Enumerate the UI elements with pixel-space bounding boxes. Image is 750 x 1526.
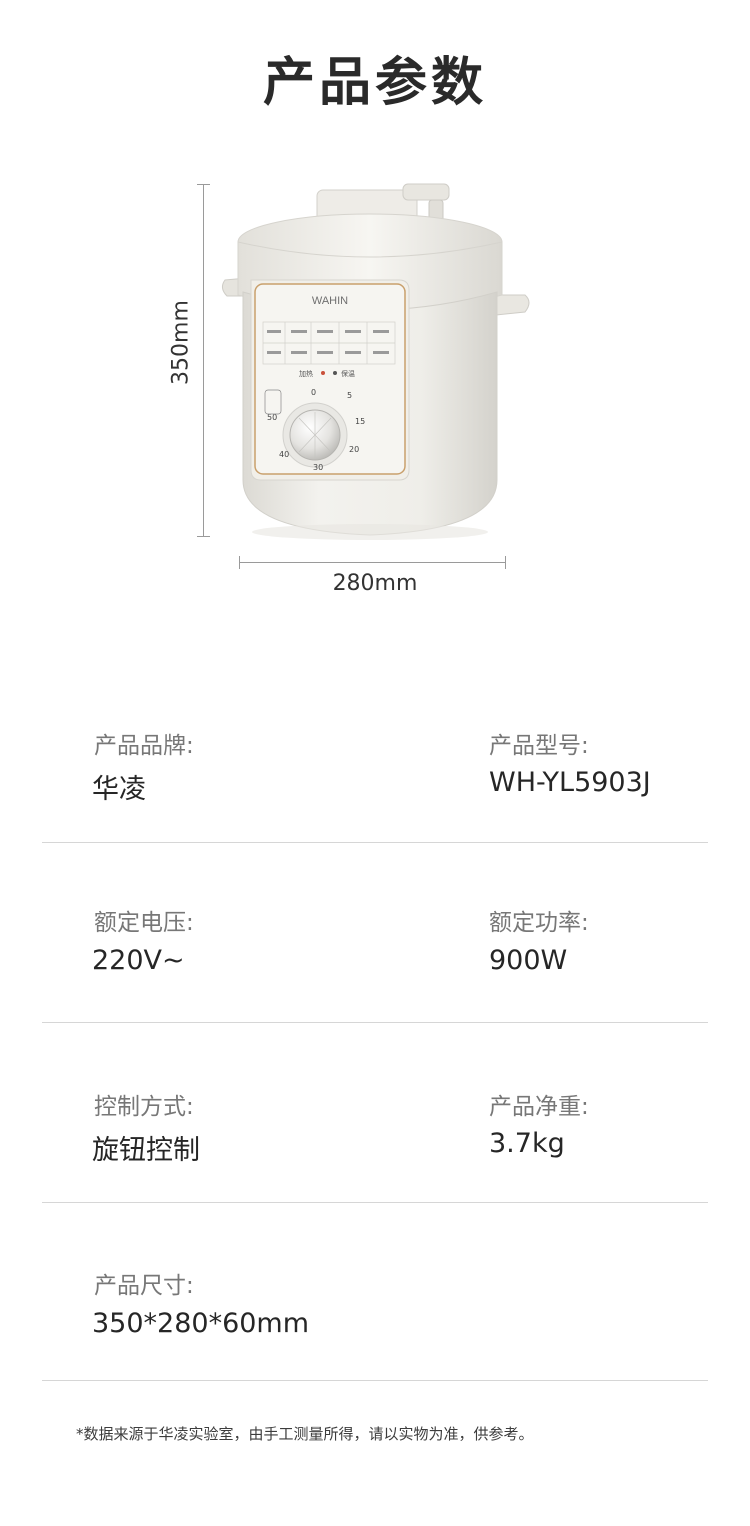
spec-voltage-value: 220V~ <box>92 945 185 976</box>
svg-text:40: 40 <box>279 450 289 459</box>
pressure-cooker-image: WAHIN 加热 保温 0 5 15 20 30 40 50 <box>221 183 530 540</box>
width-dimension-line <box>239 562 505 563</box>
height-dimension-cap-top <box>197 184 210 185</box>
panel-heat-label: 加热 <box>299 369 313 378</box>
spec-size-label: 产品尺寸: <box>94 1273 194 1299</box>
panel-brand-text: WAHIN <box>312 295 348 307</box>
spec-model-label: 产品型号: <box>489 733 589 759</box>
height-dimension-line <box>203 184 204 536</box>
width-dimension-cap-right <box>505 556 506 569</box>
width-dimension-label: 280mm <box>332 571 418 596</box>
svg-text:20: 20 <box>349 445 359 454</box>
spec-size-value: 350*280*60mm <box>92 1308 310 1339</box>
spec-weight-label: 产品净重: <box>489 1094 589 1120</box>
spec-control-value: 旋钮控制 <box>92 1135 200 1166</box>
height-dimension-label: 350mm <box>168 300 194 385</box>
row-divider <box>42 1202 708 1203</box>
svg-text:5: 5 <box>347 391 352 400</box>
page-title: 产品参数 <box>262 53 487 113</box>
svg-text:30: 30 <box>313 463 323 472</box>
row-divider <box>42 842 708 843</box>
row-divider <box>42 1022 708 1023</box>
spec-power-label: 额定功率: <box>489 910 589 936</box>
spec-model-value: WH-YL5903J <box>489 767 651 798</box>
spec-brand-label: 产品品牌: <box>94 733 194 759</box>
spec-power-value: 900W <box>489 945 568 976</box>
row-divider <box>42 1380 708 1381</box>
footnote-disclaimer: *数据来源于华凌实验室，由手工测量所得，请以实物为准，供参考。 <box>76 1425 534 1443</box>
height-dimension-cap-bottom <box>197 536 210 537</box>
svg-text:0: 0 <box>311 388 316 397</box>
svg-text:15: 15 <box>355 417 365 426</box>
spec-weight-value: 3.7kg <box>489 1128 565 1159</box>
svg-text:50: 50 <box>267 413 277 422</box>
width-dimension-cap-left <box>239 556 240 569</box>
spec-control-label: 控制方式: <box>94 1094 194 1120</box>
spec-brand-value: 华凌 <box>92 774 146 805</box>
spec-voltage-label: 额定电压: <box>94 910 194 936</box>
panel-warm-label: 保温 <box>341 369 355 378</box>
